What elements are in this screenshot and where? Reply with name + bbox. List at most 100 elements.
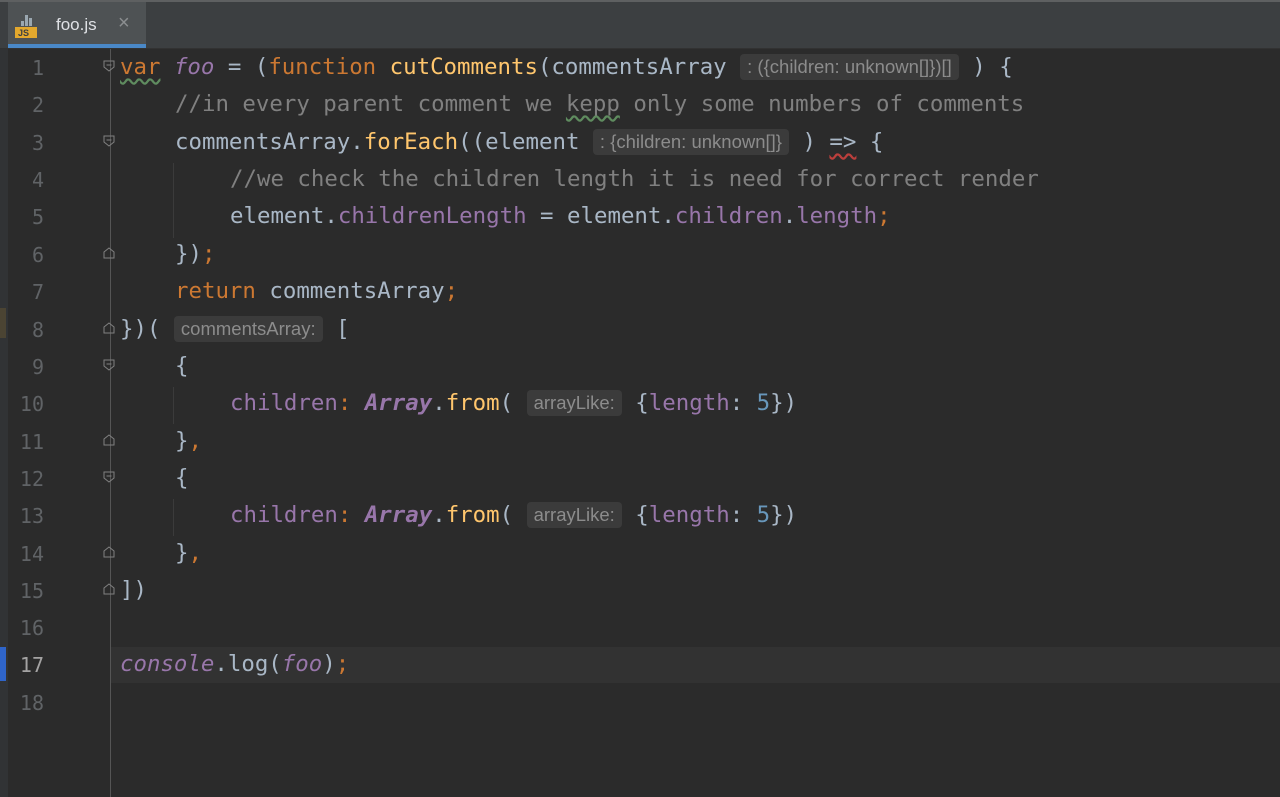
code-text: return commentsArray; — [175, 278, 458, 304]
comment: //in every parent comment we — [175, 91, 566, 117]
code-token: }) — [770, 502, 798, 528]
code-token: : — [729, 390, 757, 416]
js-file-icon: JS — [15, 15, 37, 38]
code-text: children: Array.from( arrayLike: {length… — [230, 390, 797, 416]
code-token: ) — [788, 129, 830, 155]
code-token: ]) — [120, 577, 147, 603]
comment: only some numbers of comments — [619, 91, 1025, 117]
code-text: console.log(foo); — [120, 651, 349, 677]
method-name: from — [445, 502, 500, 528]
code-line: 2 //in every parent comment we kepp only… — [0, 86, 1280, 123]
property-name: children — [230, 390, 338, 416]
close-icon[interactable]: × — [118, 12, 130, 35]
code-token: commentsArray. — [175, 129, 364, 155]
code-token: = ( — [214, 54, 269, 80]
fold-open-icon[interactable] — [103, 135, 115, 147]
line-number: 14 — [19, 542, 44, 566]
code-line: 15 ]) — [0, 572, 1280, 609]
code-token: (commentsArray — [537, 54, 741, 80]
code-line: 18 — [0, 684, 1280, 721]
line-number: 1 — [31, 56, 44, 80]
code-text: commentsArray.forEach((element : {childr… — [175, 129, 883, 155]
property-name: length — [796, 203, 878, 229]
code-line: 5 element.childrenLength = element.child… — [0, 198, 1280, 235]
fold-close-icon[interactable] — [103, 322, 115, 334]
function-name: cutComments — [389, 54, 538, 80]
code-token: commentsArray — [255, 278, 445, 304]
fold-open-icon[interactable] — [103, 471, 115, 483]
code-token: . — [432, 390, 446, 416]
line-number: 2 — [31, 93, 44, 117]
keyword-return: return — [175, 278, 256, 304]
number-literal: 5 — [756, 390, 771, 416]
code-token: } — [175, 428, 189, 454]
parameter-hint: arrayLike: — [526, 390, 622, 416]
code-token: }) — [175, 241, 202, 267]
code-token: ) — [322, 651, 336, 677]
parameter-hint: arrayLike: — [526, 502, 622, 528]
code-token: { — [621, 502, 649, 528]
code-token: .log( — [214, 651, 282, 677]
code-token: [ — [322, 316, 350, 342]
fold-close-icon[interactable] — [103, 583, 115, 595]
code-token: } — [175, 540, 189, 566]
code-token: { — [856, 129, 884, 155]
property-name: childrenLength — [337, 203, 527, 229]
line-number: 10 — [19, 392, 44, 416]
typo-word: kepp — [565, 91, 620, 117]
code-line: 9 { — [0, 348, 1280, 385]
code-token: : — [337, 390, 365, 416]
code-text: { — [175, 465, 188, 491]
class-name: Array — [364, 502, 433, 528]
code-line: 14 }, — [0, 535, 1280, 572]
code-token: ( — [499, 502, 527, 528]
code-line: 8 })( commentsArray: [ — [0, 311, 1280, 348]
code-token: { — [175, 465, 189, 491]
number-literal: 5 — [756, 502, 771, 528]
fold-open-icon[interactable] — [103, 359, 115, 371]
parameter-hint: commentsArray: — [173, 316, 323, 342]
code-token: = element. — [526, 203, 675, 229]
line-number: 7 — [31, 280, 44, 304]
code-text: }); — [175, 241, 215, 267]
code-token: ) { — [958, 54, 1013, 80]
fold-close-icon[interactable] — [103, 247, 115, 259]
line-number: 15 — [19, 579, 44, 603]
active-tab-indicator — [8, 44, 146, 48]
arrow-token: => — [829, 129, 857, 155]
fold-close-icon[interactable] — [103, 546, 115, 558]
identifier-foo: foo — [173, 54, 215, 80]
line-number: 18 — [19, 691, 44, 715]
comma: , — [188, 540, 202, 566]
fold-open-icon[interactable] — [103, 60, 115, 72]
code-token: : — [337, 502, 365, 528]
identifier-foo: foo — [281, 651, 323, 677]
property-name: length — [648, 390, 730, 416]
code-line-current: 17 console.log(foo); — [0, 646, 1280, 683]
code-line: 1 var foo = (function cutComments(commen… — [0, 49, 1280, 86]
line-number: 4 — [31, 168, 44, 192]
svg-text:JS: JS — [18, 28, 29, 38]
code-token: . — [432, 502, 446, 528]
line-number: 12 — [19, 467, 44, 491]
line-number: 6 — [31, 243, 44, 267]
code-line: 3 commentsArray.forEach((element : {chil… — [0, 124, 1280, 161]
semicolon: ; — [877, 203, 891, 229]
tab-title[interactable]: foo.js — [56, 15, 97, 35]
code-text: var foo = (function cutComments(comments… — [120, 54, 1013, 80]
comma: , — [188, 428, 202, 454]
code-editor[interactable]: 1 var foo = (function cutComments(commen… — [0, 49, 1280, 797]
method-name: forEach — [363, 129, 459, 155]
code-text: { — [175, 353, 188, 379]
code-line: 4 //we check the children length it is n… — [0, 161, 1280, 198]
line-number: 5 — [31, 205, 44, 229]
code-text: //in every parent comment we kepp only s… — [175, 91, 1024, 117]
code-text: children: Array.from( arrayLike: {length… — [230, 502, 797, 528]
line-number: 9 — [31, 355, 44, 379]
type-hint: : {children: unknown[]} — [592, 129, 789, 155]
code-text: //we check the children length it is nee… — [230, 166, 1039, 192]
fold-close-icon[interactable] — [103, 434, 115, 446]
code-token: }) — [770, 390, 798, 416]
code-line: 16 — [0, 609, 1280, 646]
semicolon: ; — [335, 651, 350, 677]
